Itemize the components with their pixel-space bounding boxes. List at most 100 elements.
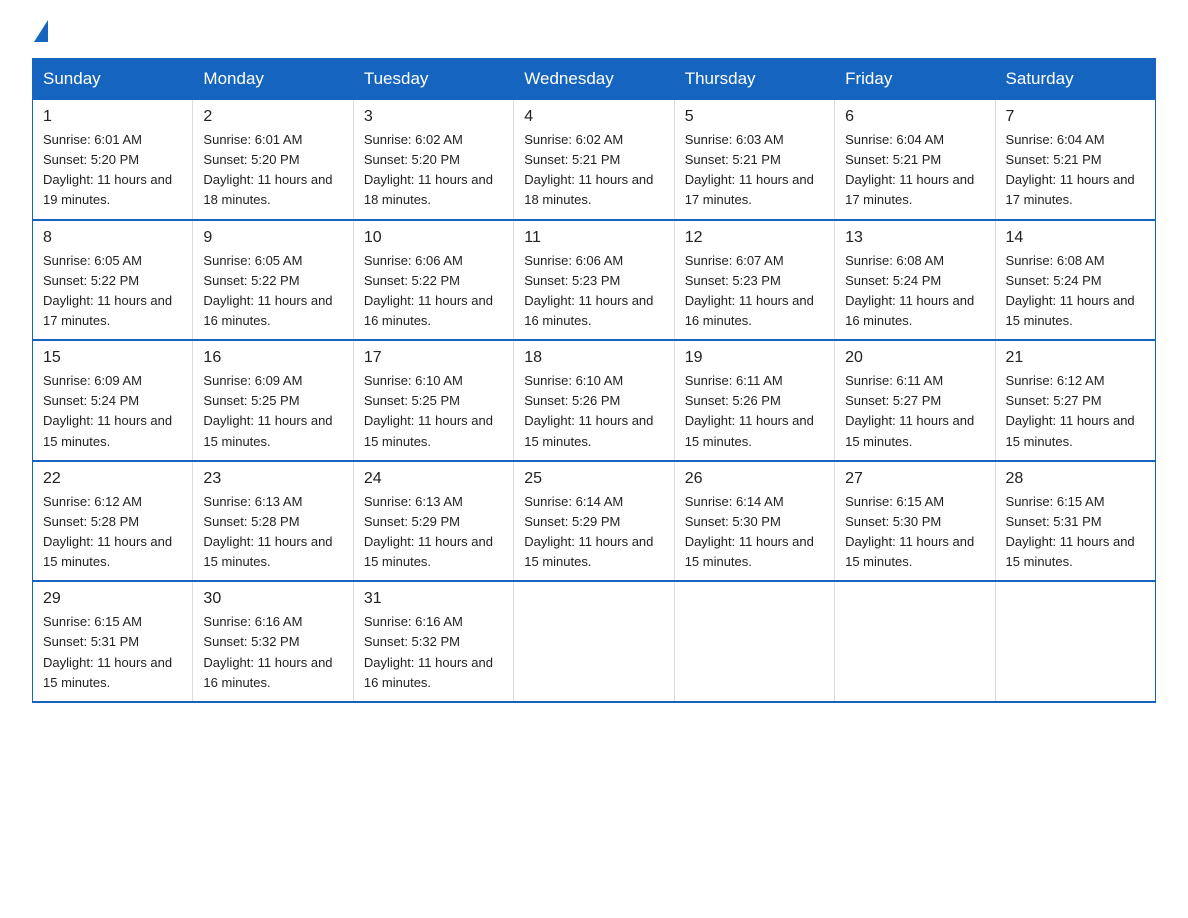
day-number: 21 <box>1006 349 1145 367</box>
day-number: 10 <box>364 229 503 247</box>
day-info: Sunrise: 6:06 AMSunset: 5:22 PMDaylight:… <box>364 251 503 332</box>
calendar-cell <box>995 581 1155 702</box>
day-info: Sunrise: 6:13 AMSunset: 5:28 PMDaylight:… <box>203 492 342 573</box>
day-number: 16 <box>203 349 342 367</box>
day-info: Sunrise: 6:05 AMSunset: 5:22 PMDaylight:… <box>203 251 342 332</box>
day-number: 14 <box>1006 229 1145 247</box>
calendar-cell: 9 Sunrise: 6:05 AMSunset: 5:22 PMDaylight… <box>193 220 353 341</box>
day-info: Sunrise: 6:01 AMSunset: 5:20 PMDaylight:… <box>203 130 342 211</box>
day-info: Sunrise: 6:14 AMSunset: 5:30 PMDaylight:… <box>685 492 824 573</box>
day-number: 29 <box>43 590 182 608</box>
day-number: 24 <box>364 470 503 488</box>
day-info: Sunrise: 6:12 AMSunset: 5:27 PMDaylight:… <box>1006 371 1145 452</box>
calendar-cell: 11 Sunrise: 6:06 AMSunset: 5:23 PMDayligh… <box>514 220 674 341</box>
calendar-cell: 21 Sunrise: 6:12 AMSunset: 5:27 PMDayligh… <box>995 340 1155 461</box>
day-header-thursday: Thursday <box>674 59 834 100</box>
calendar-cell: 7 Sunrise: 6:04 AMSunset: 5:21 PMDaylight… <box>995 100 1155 220</box>
day-info: Sunrise: 6:08 AMSunset: 5:24 PMDaylight:… <box>1006 251 1145 332</box>
calendar-cell: 17 Sunrise: 6:10 AMSunset: 5:25 PMDayligh… <box>353 340 513 461</box>
day-number: 2 <box>203 108 342 126</box>
calendar-cell: 19 Sunrise: 6:11 AMSunset: 5:26 PMDayligh… <box>674 340 834 461</box>
day-info: Sunrise: 6:03 AMSunset: 5:21 PMDaylight:… <box>685 130 824 211</box>
calendar-cell: 20 Sunrise: 6:11 AMSunset: 5:27 PMDayligh… <box>835 340 995 461</box>
calendar-cell: 28 Sunrise: 6:15 AMSunset: 5:31 PMDayligh… <box>995 461 1155 582</box>
calendar-cell: 31Sunrise: 6:16 AMSunset: 5:32 PMDayligh… <box>353 581 513 702</box>
calendar-cell: 23 Sunrise: 6:13 AMSunset: 5:28 PMDayligh… <box>193 461 353 582</box>
day-header-tuesday: Tuesday <box>353 59 513 100</box>
calendar-cell: 30 Sunrise: 6:16 AMSunset: 5:32 PMDayligh… <box>193 581 353 702</box>
calendar-cell: 15Sunrise: 6:09 AMSunset: 5:24 PMDayligh… <box>33 340 193 461</box>
page-header <box>32 24 1156 42</box>
day-info: Sunrise: 6:11 AMSunset: 5:27 PMDaylight:… <box>845 371 984 452</box>
day-header-sunday: Sunday <box>33 59 193 100</box>
day-info: Sunrise: 6:15 AMSunset: 5:30 PMDaylight:… <box>845 492 984 573</box>
calendar-body: 1 Sunrise: 6:01 AMSunset: 5:20 PMDaylight… <box>33 100 1156 702</box>
day-number: 7 <box>1006 108 1145 126</box>
day-number: 31 <box>364 590 503 608</box>
logo <box>32 24 50 42</box>
calendar-table: SundayMondayTuesdayWednesdayThursdayFrid… <box>32 58 1156 703</box>
day-number: 9 <box>203 229 342 247</box>
calendar-cell: 22Sunrise: 6:12 AMSunset: 5:28 PMDayligh… <box>33 461 193 582</box>
day-info: Sunrise: 6:06 AMSunset: 5:23 PMDaylight:… <box>524 251 663 332</box>
calendar-cell: 10 Sunrise: 6:06 AMSunset: 5:22 PMDayligh… <box>353 220 513 341</box>
calendar-week-4: 22Sunrise: 6:12 AMSunset: 5:28 PMDayligh… <box>33 461 1156 582</box>
calendar-week-5: 29 Sunrise: 6:15 AMSunset: 5:31 PMDayligh… <box>33 581 1156 702</box>
calendar-cell: 8Sunrise: 6:05 AMSunset: 5:22 PMDaylight… <box>33 220 193 341</box>
day-number: 17 <box>364 349 503 367</box>
day-number: 4 <box>524 108 663 126</box>
day-number: 22 <box>43 470 182 488</box>
day-number: 1 <box>43 108 182 126</box>
calendar-cell: 24 Sunrise: 6:13 AMSunset: 5:29 PMDayligh… <box>353 461 513 582</box>
calendar-week-1: 1 Sunrise: 6:01 AMSunset: 5:20 PMDaylight… <box>33 100 1156 220</box>
calendar-header: SundayMondayTuesdayWednesdayThursdayFrid… <box>33 59 1156 100</box>
day-info: Sunrise: 6:02 AMSunset: 5:20 PMDaylight:… <box>364 130 503 211</box>
day-info: Sunrise: 6:07 AMSunset: 5:23 PMDaylight:… <box>685 251 824 332</box>
day-number: 27 <box>845 470 984 488</box>
day-info: Sunrise: 6:15 AMSunset: 5:31 PMDaylight:… <box>43 612 182 693</box>
day-number: 30 <box>203 590 342 608</box>
day-info: Sunrise: 6:09 AMSunset: 5:25 PMDaylight:… <box>203 371 342 452</box>
day-number: 15 <box>43 349 182 367</box>
day-info: Sunrise: 6:08 AMSunset: 5:24 PMDaylight:… <box>845 251 984 332</box>
day-info: Sunrise: 6:02 AMSunset: 5:21 PMDaylight:… <box>524 130 663 211</box>
calendar-cell: 2 Sunrise: 6:01 AMSunset: 5:20 PMDaylight… <box>193 100 353 220</box>
day-number: 19 <box>685 349 824 367</box>
day-header-friday: Friday <box>835 59 995 100</box>
calendar-cell: 4 Sunrise: 6:02 AMSunset: 5:21 PMDaylight… <box>514 100 674 220</box>
calendar-cell: 25Sunrise: 6:14 AMSunset: 5:29 PMDayligh… <box>514 461 674 582</box>
day-number: 26 <box>685 470 824 488</box>
calendar-cell: 12 Sunrise: 6:07 AMSunset: 5:23 PMDayligh… <box>674 220 834 341</box>
day-info: Sunrise: 6:04 AMSunset: 5:21 PMDaylight:… <box>1006 130 1145 211</box>
day-number: 25 <box>524 470 663 488</box>
calendar-cell: 6 Sunrise: 6:04 AMSunset: 5:21 PMDaylight… <box>835 100 995 220</box>
day-number: 13 <box>845 229 984 247</box>
calendar-cell: 13 Sunrise: 6:08 AMSunset: 5:24 PMDayligh… <box>835 220 995 341</box>
day-info: Sunrise: 6:10 AMSunset: 5:26 PMDaylight:… <box>524 371 663 452</box>
day-number: 23 <box>203 470 342 488</box>
day-info: Sunrise: 6:10 AMSunset: 5:25 PMDaylight:… <box>364 371 503 452</box>
calendar-week-3: 15Sunrise: 6:09 AMSunset: 5:24 PMDayligh… <box>33 340 1156 461</box>
day-info: Sunrise: 6:11 AMSunset: 5:26 PMDaylight:… <box>685 371 824 452</box>
day-info: Sunrise: 6:04 AMSunset: 5:21 PMDaylight:… <box>845 130 984 211</box>
calendar-cell: 26 Sunrise: 6:14 AMSunset: 5:30 PMDayligh… <box>674 461 834 582</box>
day-info: Sunrise: 6:16 AMSunset: 5:32 PMDaylight:… <box>203 612 342 693</box>
day-number: 28 <box>1006 470 1145 488</box>
day-number: 18 <box>524 349 663 367</box>
day-number: 6 <box>845 108 984 126</box>
day-info: Sunrise: 6:15 AMSunset: 5:31 PMDaylight:… <box>1006 492 1145 573</box>
calendar-cell: 1 Sunrise: 6:01 AMSunset: 5:20 PMDaylight… <box>33 100 193 220</box>
day-number: 11 <box>524 229 663 247</box>
day-number: 20 <box>845 349 984 367</box>
day-header-wednesday: Wednesday <box>514 59 674 100</box>
calendar-cell: 14 Sunrise: 6:08 AMSunset: 5:24 PMDayligh… <box>995 220 1155 341</box>
calendar-cell: 27 Sunrise: 6:15 AMSunset: 5:30 PMDayligh… <box>835 461 995 582</box>
calendar-cell: 5Sunrise: 6:03 AMSunset: 5:21 PMDaylight… <box>674 100 834 220</box>
day-header-saturday: Saturday <box>995 59 1155 100</box>
calendar-cell: 16 Sunrise: 6:09 AMSunset: 5:25 PMDayligh… <box>193 340 353 461</box>
day-info: Sunrise: 6:01 AMSunset: 5:20 PMDaylight:… <box>43 130 182 211</box>
day-info: Sunrise: 6:13 AMSunset: 5:29 PMDaylight:… <box>364 492 503 573</box>
day-number: 12 <box>685 229 824 247</box>
day-info: Sunrise: 6:05 AMSunset: 5:22 PMDaylight:… <box>43 251 182 332</box>
day-header-monday: Monday <box>193 59 353 100</box>
